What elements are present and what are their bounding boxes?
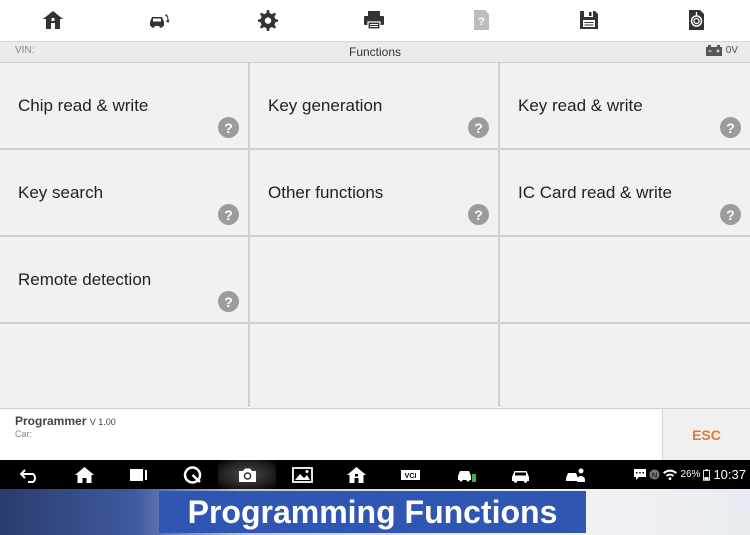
help-icon[interactable]: ? xyxy=(468,117,489,138)
car-label: Car: xyxy=(15,429,33,439)
app-name-text: Programmer xyxy=(15,414,87,428)
function-key-search[interactable]: Key search ? xyxy=(0,150,248,235)
help-icon[interactable]: ? xyxy=(720,204,741,225)
vehicle-user-icon[interactable] xyxy=(563,464,587,485)
function-key-generation[interactable]: Key generation ? xyxy=(250,63,498,148)
function-remote-detection[interactable]: Remote detection ? xyxy=(0,237,248,322)
empty-tile xyxy=(500,324,750,409)
browser-icon[interactable] xyxy=(180,464,204,485)
vci-icon[interactable]: VCI xyxy=(398,464,422,485)
svg-text:N: N xyxy=(652,470,657,479)
app-name: Programmer V 1.00 xyxy=(15,414,116,428)
banner-title: Programming Functions xyxy=(159,491,586,533)
camera-icon[interactable] xyxy=(235,464,259,485)
function-chip-read-write[interactable]: Chip read & write ? xyxy=(0,63,248,148)
vehicle-icon[interactable] xyxy=(508,464,532,485)
home-icon[interactable] xyxy=(38,7,68,33)
android-home-icon[interactable] xyxy=(72,464,96,485)
voltage-indicator: 0V xyxy=(705,45,738,56)
datalogging-icon[interactable] xyxy=(681,7,711,33)
function-label: Key read & write xyxy=(518,96,643,115)
voltage-value: 0V xyxy=(725,45,738,56)
function-label: Other functions xyxy=(268,183,384,202)
svg-text:?: ? xyxy=(478,16,485,28)
vehicle-swap-icon[interactable] xyxy=(144,7,174,33)
message-icon xyxy=(634,469,647,480)
svg-text:VCI: VCI xyxy=(404,473,416,480)
gear-icon[interactable] xyxy=(252,7,282,33)
empty-tile xyxy=(500,237,750,322)
info-bar: VIN: Functions 0V xyxy=(0,42,750,63)
function-label: Remote detection xyxy=(18,270,152,289)
help-icon[interactable]: ? xyxy=(468,204,489,225)
function-key-read-write[interactable]: Key read & write ? xyxy=(500,63,750,148)
autel-home-icon[interactable] xyxy=(344,464,368,485)
empty-tile xyxy=(250,324,498,409)
function-other-functions[interactable]: Other functions ? xyxy=(250,150,498,235)
battery-percent: 26% xyxy=(680,469,701,480)
vehicle-connection-icon[interactable] xyxy=(454,464,478,485)
save-icon[interactable] xyxy=(574,7,604,33)
status-area: N 26% 10:37 xyxy=(634,467,746,482)
footer-bar: Programmer V 1.00 Car: ESC xyxy=(0,408,750,460)
gallery-icon[interactable] xyxy=(290,464,314,485)
function-label: Chip read & write xyxy=(18,96,149,115)
help-disabled-icon[interactable]: ? xyxy=(466,7,496,33)
empty-tile xyxy=(0,324,248,409)
app-version: V 1.00 xyxy=(89,417,116,427)
help-icon[interactable]: ? xyxy=(720,117,741,138)
back-icon[interactable] xyxy=(18,464,42,485)
clock: 10:37 xyxy=(713,467,746,482)
help-icon[interactable]: ? xyxy=(218,117,239,138)
function-ic-card-read-write[interactable]: IC Card read & write ? xyxy=(500,150,750,235)
empty-tile xyxy=(250,237,498,322)
function-label: Key generation xyxy=(268,96,383,115)
print-icon[interactable] xyxy=(359,7,389,33)
page-title: Functions xyxy=(348,45,402,59)
wifi-icon xyxy=(663,469,678,480)
help-icon[interactable]: ? xyxy=(218,291,239,312)
esc-button[interactable]: ESC xyxy=(662,409,750,460)
system-navbar: VCI N 26% 10:37 xyxy=(0,460,750,489)
function-label: IC Card read & write xyxy=(518,183,672,202)
top-toolbar: ? xyxy=(0,0,750,42)
function-label: Key search xyxy=(18,183,104,202)
car-battery-icon xyxy=(705,45,722,56)
notification-icon: N xyxy=(649,469,660,480)
help-icon[interactable]: ? xyxy=(218,204,239,225)
battery-icon xyxy=(703,468,711,481)
function-grid: Chip read & write ? Key generation ? Key… xyxy=(0,63,750,409)
recent-apps-icon[interactable] xyxy=(126,464,150,485)
